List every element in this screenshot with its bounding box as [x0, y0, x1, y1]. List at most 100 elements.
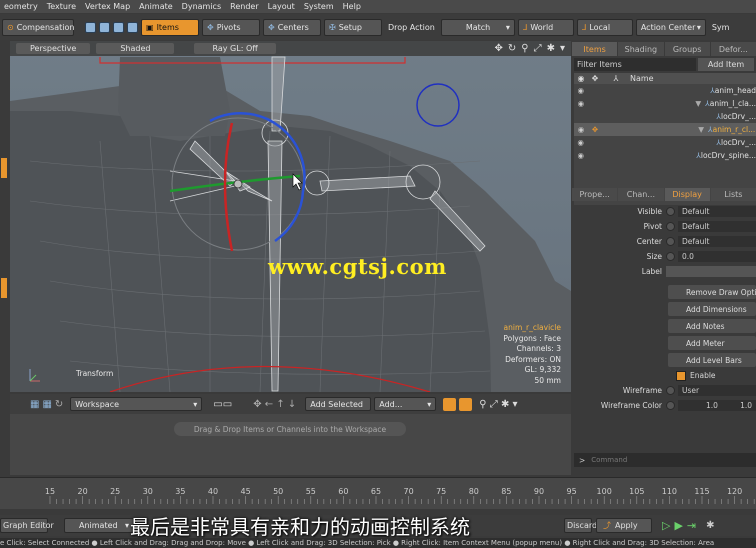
tab-groups[interactable]: Groups — [664, 42, 710, 56]
rotate-view-icon[interactable]: ↻ — [508, 43, 516, 54]
viewport-scene[interactable] — [10, 41, 571, 392]
tab-lists[interactable]: Lists — [710, 188, 756, 201]
command-input[interactable]: Command — [591, 456, 627, 464]
visible-value[interactable]: Default — [678, 206, 756, 217]
zoom-icon[interactable]: ⚲ — [521, 43, 528, 54]
center-value[interactable]: Default — [678, 236, 756, 247]
chevron-down-icon[interactable]: ▾ — [560, 43, 565, 54]
lock-icon[interactable]: ✥ — [588, 125, 602, 134]
action-center-select[interactable]: Action Center ▾ — [635, 18, 706, 36]
menu-item-dynamics[interactable]: Dynamics — [178, 2, 226, 11]
wireframe-color-radio[interactable] — [666, 401, 675, 410]
tab-channels[interactable]: Chan... — [618, 188, 664, 201]
add-notes-button[interactable]: Add Notes — [668, 319, 756, 333]
select-materials-icon[interactable] — [127, 21, 138, 33]
visible-radio[interactable] — [666, 207, 675, 216]
timeline-ruler[interactable]: 15 20 25 30 35 40 45 50 55 60 65 70 75 80 85 90 95 100 105… — [0, 482, 756, 506]
menu-item-vertex-map[interactable]: Vertex Map — [81, 2, 135, 11]
animated-select[interactable]: Animated ▾ — [64, 518, 134, 533]
refresh-icon[interactable]: ↻ — [55, 399, 63, 410]
menu-item-geometry[interactable]: eometry — [0, 2, 43, 11]
arrow-icons[interactable]: ✥ ← ↑ ↓ — [253, 399, 296, 410]
gear-icon[interactable]: ✱ — [547, 43, 555, 54]
eye-icon[interactable]: ◉ — [574, 138, 587, 147]
menu-item-animate[interactable]: Animate — [135, 2, 178, 11]
apply-button[interactable]: ⤴ Apply — [596, 518, 652, 533]
tab-deformers[interactable]: Defor... — [710, 42, 756, 56]
3d-viewport[interactable]: Perspective Shaded Ray GL: Off ✥ ↻ ⚲ ⤢ ✱… — [10, 41, 571, 392]
pan-icon[interactable]: ✥ — [494, 43, 502, 54]
expand-arrow-icon[interactable]: ▼ — [602, 125, 704, 134]
tree-row[interactable]: ◉ ⅄ locDrv_... — [574, 136, 756, 149]
eye-icon[interactable]: ◉ — [574, 125, 588, 134]
tab-properties[interactable]: Prope... — [572, 188, 618, 201]
menu-item-layout[interactable]: Layout — [264, 2, 300, 11]
timeline[interactable]: 15 20 25 30 35 40 45 50 55 60 65 70 75 80 85 90 95 100 105… — [0, 477, 756, 509]
local-button[interactable]: ⅃ Local — [576, 18, 633, 36]
menu-item-help[interactable]: Help — [339, 2, 366, 11]
label-input[interactable] — [666, 266, 756, 277]
remove-draw-options-button[interactable]: Remove Draw Opti... — [668, 285, 756, 299]
tab-display[interactable]: Display — [664, 188, 710, 201]
wireframe-color-value[interactable]: 1.0 1.0 — [678, 400, 756, 411]
workspace-icon-2[interactable]: ▦ — [42, 399, 51, 410]
name-column-header[interactable]: Name — [630, 74, 654, 83]
record-icon-2[interactable] — [459, 397, 473, 411]
size-radio[interactable] — [666, 252, 675, 261]
select-polygons-icon[interactable] — [113, 21, 124, 33]
compensation-button[interactable]: ⊙ Compensation — [2, 18, 74, 36]
symmetry-label[interactable]: Sym — [709, 23, 733, 32]
center-radio[interactable] — [666, 237, 675, 246]
maximize-icon[interactable]: ⤢ — [534, 43, 542, 54]
tab-shading[interactable]: Shading — [618, 42, 664, 56]
gear-icon[interactable]: ✱ — [706, 520, 714, 531]
setup-mode-button[interactable]: ✠ Setup — [324, 18, 382, 36]
add-level-bars-button[interactable]: Add Level Bars — [668, 353, 756, 367]
workspace-select[interactable]: Workspace ▾ — [70, 397, 203, 411]
menu-item-render[interactable]: Render — [226, 2, 263, 11]
tree-row[interactable]: ◉ ⅄ locDrv_spine... — [574, 149, 756, 162]
menu-item-texture[interactable]: Texture — [43, 2, 81, 11]
tab-items[interactable]: Items — [572, 42, 618, 56]
tree-row[interactable]: ◉ ▼ ⅄ anim_l_cla... — [574, 97, 756, 110]
eye-icon[interactable]: ◉ — [574, 151, 588, 160]
eye-icon[interactable]: ◉ — [574, 86, 587, 95]
tool-strip-marker[interactable] — [1, 158, 7, 178]
search-icon[interactable]: ⚲ ⤢ ✱ ▾ — [479, 399, 517, 410]
workspace-icon[interactable]: ▦ — [30, 399, 39, 410]
add-dimensions-button[interactable]: Add Dimensions — [668, 302, 756, 316]
eye-icon[interactable]: ◉ — [574, 99, 588, 108]
filter-items-input[interactable]: Filter Items — [574, 58, 696, 71]
tree-row[interactable]: ⅄ locDrv_... — [574, 110, 756, 123]
workspace-area[interactable]: Drag & Drop Items or Channels into the W… — [10, 414, 571, 475]
wireframe-value[interactable]: User — [678, 385, 756, 396]
shading-mode-tab[interactable]: Shaded — [96, 43, 175, 54]
drop-action-select[interactable]: Match ▾ — [440, 18, 515, 36]
expand-arrow-icon[interactable]: ▼ — [588, 99, 701, 108]
add-item-button[interactable]: Add Item — [698, 58, 754, 71]
play-controls-icon[interactable]: ▷▶⇥ — [662, 519, 700, 532]
pivots-mode-button[interactable]: ✥ Pivots — [202, 18, 260, 36]
discard-button[interactable]: Discard — [564, 518, 597, 533]
select-edges-icon[interactable] — [99, 21, 110, 33]
enable-checkbox[interactable] — [676, 370, 686, 381]
select-vertices-icon[interactable] — [85, 21, 96, 33]
tree-row[interactable]: ◉ ⅄ anim_head — [574, 84, 756, 97]
pivot-radio[interactable] — [666, 222, 675, 231]
centers-mode-button[interactable]: ✥ Centers — [263, 18, 321, 36]
world-button[interactable]: ⅃ World — [517, 18, 574, 36]
wireframe-radio[interactable] — [666, 386, 675, 395]
add-selected-button[interactable]: Add Selected — [305, 397, 372, 411]
menu-item-system[interactable]: System — [300, 2, 339, 11]
tree-row-selected[interactable]: ◉ ✥ ▼ ⅄ anim_r_cl... — [574, 123, 756, 136]
view-mode-tab[interactable]: Perspective — [16, 43, 91, 54]
add-dropdown[interactable]: Add... ▾ — [374, 397, 437, 411]
tool-strip-marker[interactable] — [1, 278, 7, 298]
record-icon[interactable] — [443, 397, 457, 411]
add-meter-button[interactable]: Add Meter — [668, 336, 756, 350]
graph-editor-button[interactable]: Graph Editor — [0, 518, 54, 533]
render-mode-tab[interactable]: Ray GL: Off — [194, 43, 276, 54]
pivot-value[interactable]: Default — [678, 221, 756, 232]
size-value[interactable]: 0.0 — [678, 251, 756, 262]
layout-grid-icon[interactable]: ▭▭ — [213, 399, 232, 410]
